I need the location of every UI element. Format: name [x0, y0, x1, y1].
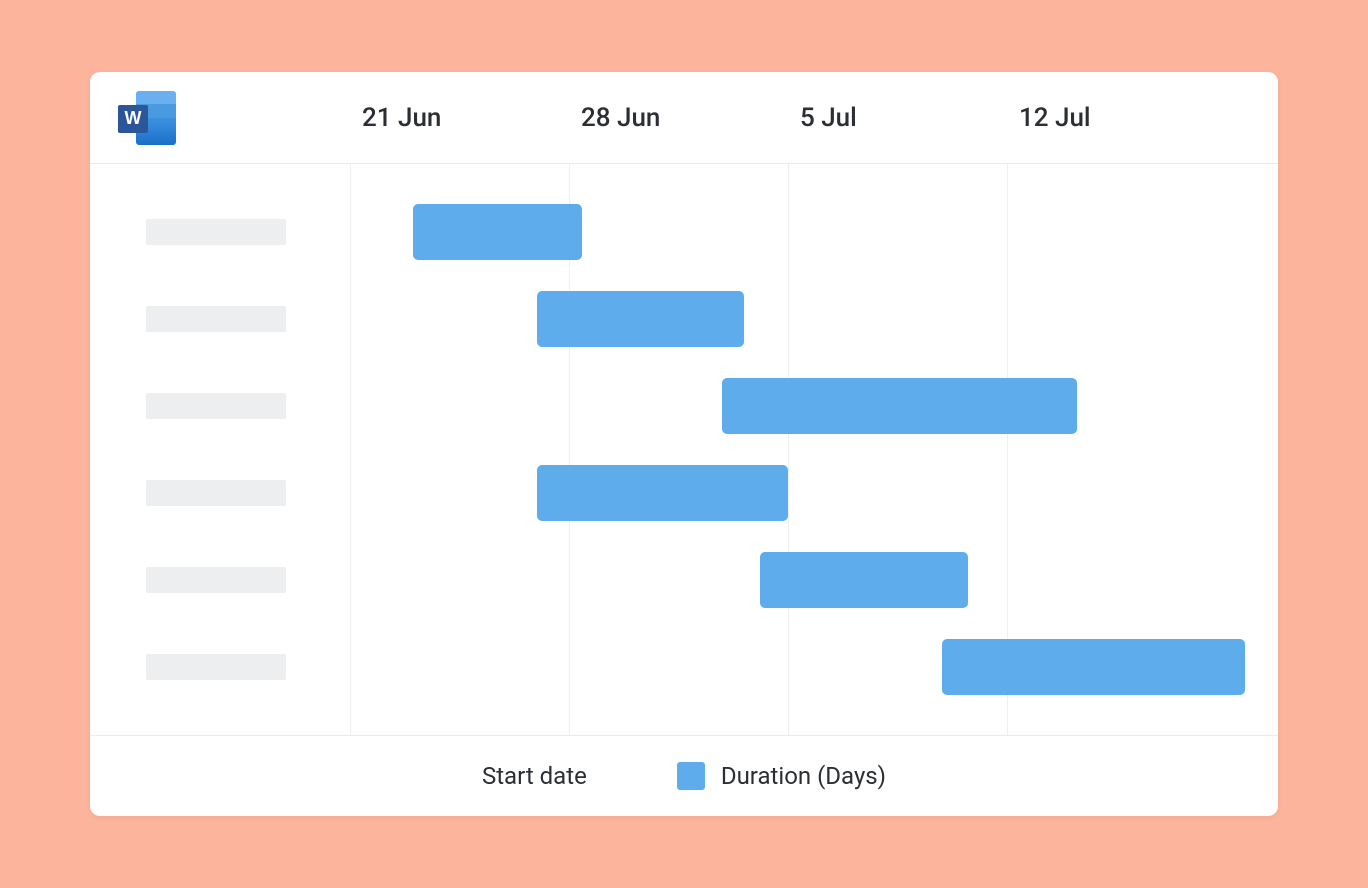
legend-start-date: Start date: [482, 762, 587, 790]
task-label-column: [90, 164, 350, 735]
gantt-row: [350, 639, 1226, 695]
task-label-placeholder: [146, 654, 286, 680]
legend-duration: Duration (Days): [677, 762, 886, 790]
gantt-row: [350, 291, 1226, 347]
gantt-bar[interactable]: [413, 204, 582, 260]
date-header-0: 21 Jun: [350, 72, 569, 163]
task-label-placeholder: [146, 306, 286, 332]
legend-duration-label: Duration (Days): [721, 762, 886, 790]
task-label-placeholder: [146, 393, 286, 419]
legend-swatch-icon: [677, 762, 705, 790]
word-icon-letter: W: [118, 105, 148, 133]
gantt-bar[interactable]: [537, 291, 745, 347]
legend-start-label: Start date: [482, 762, 587, 790]
date-header-2: 5 Jul: [788, 72, 1007, 163]
date-header-1: 28 Jun: [569, 72, 788, 163]
gantt-bar[interactable]: [942, 639, 1245, 695]
gantt-header: W 21 Jun 28 Jun 5 Jul 12 Jul: [90, 72, 1278, 164]
gantt-bar[interactable]: [722, 378, 1077, 434]
gantt-bar[interactable]: [537, 465, 788, 521]
gantt-bar[interactable]: [760, 552, 968, 608]
gantt-bars-layer: [350, 164, 1226, 735]
task-label-placeholder: [146, 567, 286, 593]
app-icon-cell: W: [90, 91, 350, 145]
gantt-row: [350, 465, 1226, 521]
gantt-body: [90, 164, 1278, 736]
gantt-legend: Start date Duration (Days): [90, 736, 1278, 816]
task-label-placeholder: [146, 480, 286, 506]
gantt-row: [350, 204, 1226, 260]
gantt-row: [350, 552, 1226, 608]
gantt-row: [350, 378, 1226, 434]
gantt-card: W 21 Jun 28 Jun 5 Jul 12 Jul: [90, 72, 1278, 816]
gantt-chart-area: [350, 164, 1226, 735]
word-icon: W: [118, 91, 176, 145]
date-axis: 21 Jun 28 Jun 5 Jul 12 Jul: [350, 72, 1226, 163]
task-label-placeholder: [146, 219, 286, 245]
date-header-3: 12 Jul: [1007, 72, 1226, 163]
